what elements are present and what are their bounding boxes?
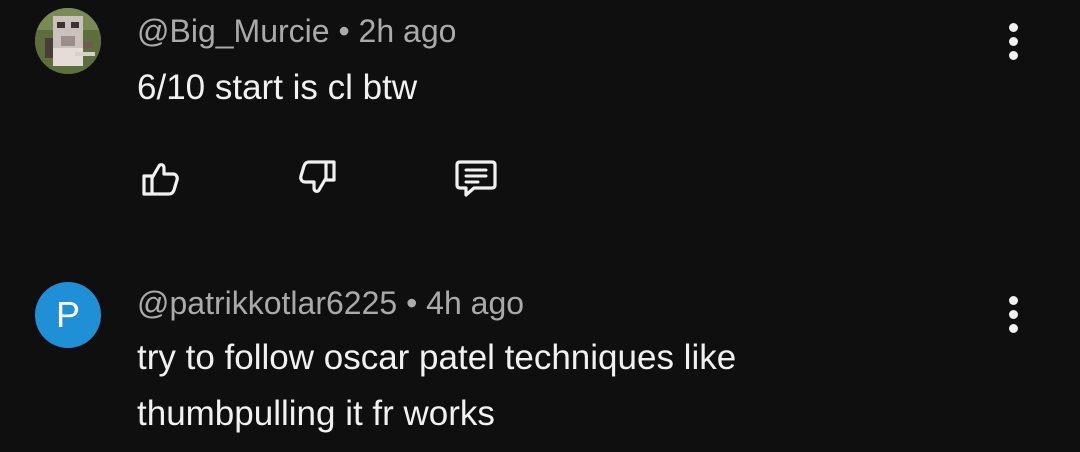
- avatar-letter: P: [55, 294, 80, 335]
- more-vert-icon: [1008, 22, 1018, 32]
- more-vert-icon: [1008, 295, 1018, 305]
- meta-separator: •: [338, 13, 350, 49]
- comment-meta: @patrikkotlar6225 • 4h ago: [137, 285, 524, 322]
- author-name[interactable]: @Big_Murcie: [137, 13, 330, 49]
- more-options-button[interactable]: [996, 16, 1030, 66]
- comment-item: @Big_Murcie • 2h ago 6/10 start is cl bt…: [0, 0, 1080, 260]
- more-vert-icon-dot: [1008, 50, 1018, 60]
- comment-text: 6/10 start is cl btw: [137, 60, 417, 116]
- more-vert-icon-dot: [1008, 36, 1018, 46]
- more-vert-icon-dot: [1008, 309, 1018, 319]
- thumbs-down-icon: [299, 160, 336, 193]
- comment-item: P @patrikkotlar6225 • 4h ago try to foll…: [0, 265, 1080, 452]
- comment-line: thumbpulling it fr works: [137, 394, 495, 433]
- comment-line: try to follow oscar patel techniques lik…: [137, 338, 737, 377]
- meta-separator: •: [406, 285, 418, 321]
- comment-meta: @Big_Murcie • 2h ago: [137, 13, 456, 50]
- reply-button[interactable]: [448, 150, 504, 206]
- more-options-button[interactable]: [996, 289, 1030, 339]
- thumbs-up-icon: [142, 163, 179, 196]
- avatar-image: [35, 8, 101, 74]
- avatar[interactable]: P: [35, 282, 101, 348]
- author-name[interactable]: @patrikkotlar6225: [137, 285, 397, 321]
- comment-text: try to follow oscar patel techniques lik…: [137, 330, 736, 442]
- avatar[interactable]: [35, 8, 101, 74]
- comment-time: 4h ago: [426, 285, 525, 321]
- reply-icon: [455, 160, 497, 197]
- dislike-button[interactable]: [290, 150, 346, 206]
- more-vert-icon-dot: [1008, 323, 1018, 333]
- comment-actions: [132, 150, 606, 206]
- comment-line: 6/10 start is cl btw: [137, 68, 418, 107]
- comment-time: 2h ago: [358, 13, 457, 49]
- like-button[interactable]: [132, 150, 188, 206]
